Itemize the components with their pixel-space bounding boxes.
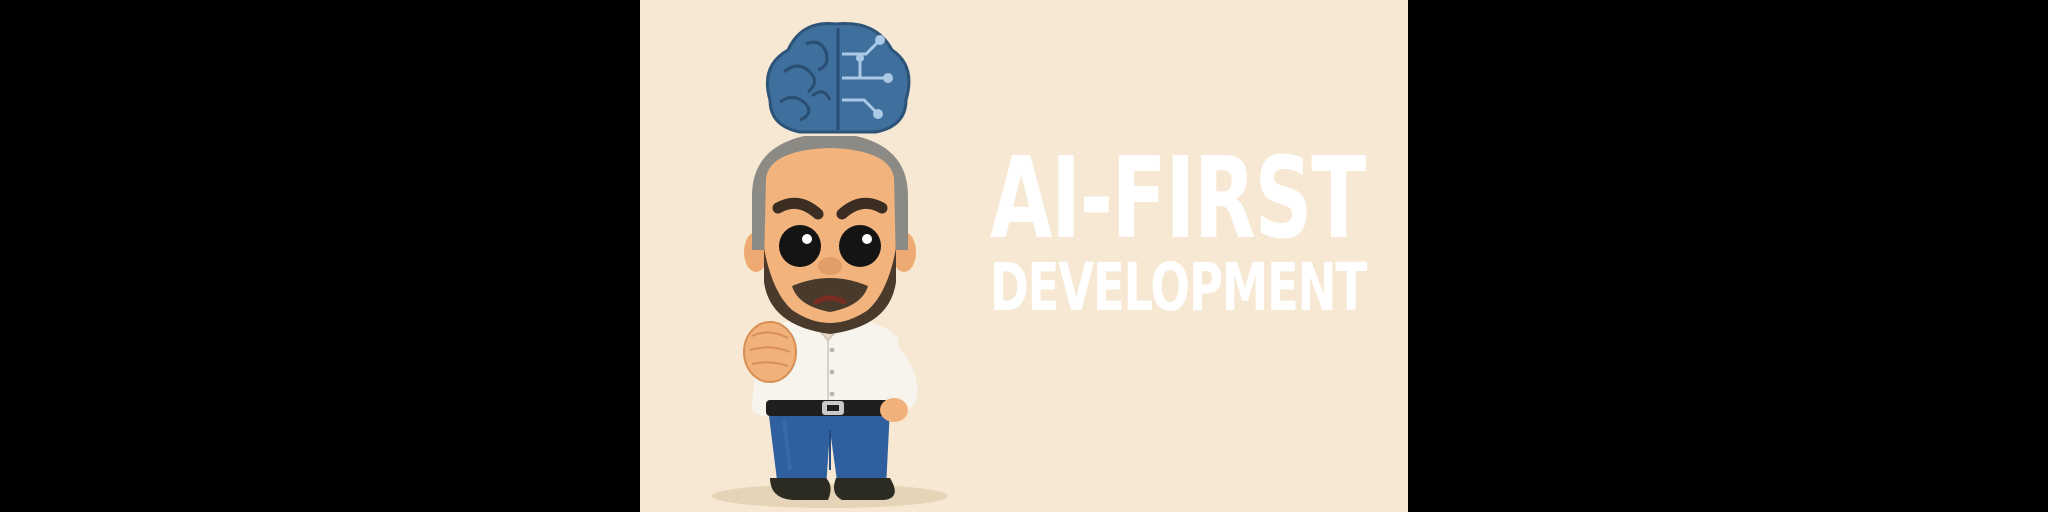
brain-icon <box>765 22 911 134</box>
head <box>752 136 908 334</box>
left-letterbox <box>0 0 640 512</box>
fist-icon <box>743 321 797 383</box>
jeans <box>768 408 890 488</box>
vinyl-figure-illustration <box>712 22 948 508</box>
right-letterbox <box>1408 0 2048 512</box>
headline-line2: DEVELOPMENT <box>990 249 1367 326</box>
headline: AI-FIRST DEVELOPMENT <box>990 134 1390 326</box>
headline-line1: AI-FIRST <box>990 134 1366 264</box>
belt <box>766 400 896 416</box>
banner-image: AI-FIRST DEVELOPMENT <box>640 0 1408 512</box>
